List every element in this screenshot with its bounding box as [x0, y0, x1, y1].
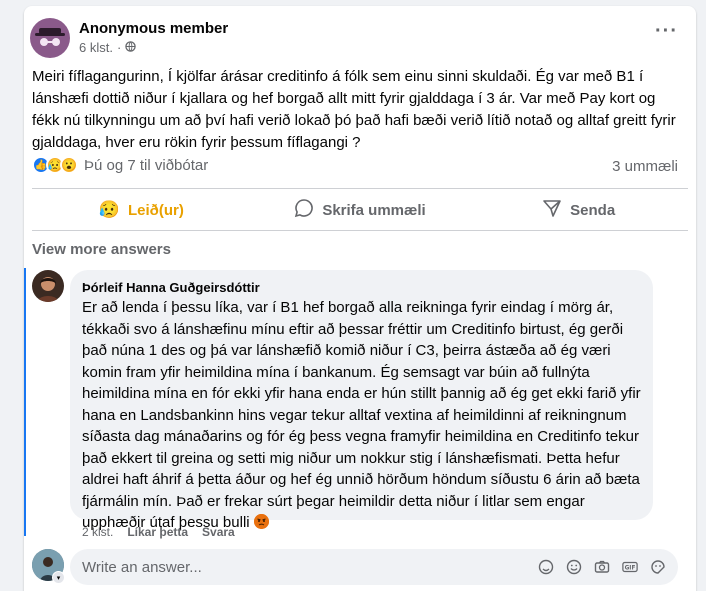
chevron-down-icon[interactable]: ▾ [52, 571, 65, 584]
sticker-icon[interactable] [650, 559, 666, 575]
share-button[interactable]: Senda [469, 192, 688, 228]
answer-input[interactable] [82, 558, 538, 576]
camera-icon[interactable] [594, 559, 610, 575]
comment-bubble: Þórleif Hanna Guðgeirsdóttir Er að lenda… [70, 270, 653, 531]
meta-separator: · [116, 40, 122, 55]
angry-emoji-icon [253, 514, 269, 529]
reactions-text: Þú og 7 til viðbótar [84, 156, 209, 174]
comment-thread-line [24, 268, 26, 536]
view-more-answers[interactable]: View more answers [32, 241, 171, 258]
wow-reaction-icon: 😮 [60, 156, 78, 174]
comment-time[interactable]: 2 klst. [82, 525, 113, 539]
send-icon [542, 198, 562, 222]
post-author[interactable]: Anonymous member [79, 20, 228, 37]
post-meta: 6 klst. · [79, 40, 137, 55]
comment-text: Er að lenda í þessu líka, var í B1 hef b… [82, 299, 641, 531]
comment-label: Skrifa ummæli [322, 201, 426, 219]
gif-icon[interactable]: GIF [622, 559, 638, 575]
comment-text-wrap: Er að lenda í þessu líka, var í B1 hef b… [82, 297, 641, 534]
anonymous-avatar[interactable] [30, 18, 70, 58]
reactions-summary[interactable]: 👍 😥 😮 Þú og 7 til viðbótar [32, 156, 208, 174]
avatar-sticker-icon[interactable] [538, 559, 554, 575]
more-options-icon[interactable]: ··· [655, 20, 678, 43]
emoji-icon[interactable] [566, 559, 582, 575]
anonymous-icon [35, 28, 65, 46]
like-comment-button[interactable]: Líkar þetta [127, 525, 188, 539]
share-label: Senda [570, 201, 616, 219]
post-time[interactable]: 6 klst. [79, 40, 113, 55]
react-button[interactable]: 😥 Leið(ur) [32, 192, 251, 228]
svg-text:GIF: GIF [625, 566, 636, 572]
globe-icon [125, 40, 137, 55]
comment-author[interactable]: Þórleif Hanna Guðgeirsdóttir [82, 280, 641, 295]
sad-face-icon: 😥 [98, 200, 120, 219]
comments-count[interactable]: 3 ummæli [612, 158, 678, 175]
divider [32, 230, 688, 231]
comment-button[interactable]: Skrifa ummæli [251, 192, 470, 228]
answer-input-wrap: GIF [70, 549, 678, 585]
post-actions: 😥 Leið(ur) Skrifa ummæli Senda [32, 192, 688, 228]
comment-bubble-icon [294, 198, 314, 222]
post-card: Anonymous member 6 klst. · ··· Meiri fíf… [24, 6, 696, 591]
commenter-avatar[interactable] [32, 270, 64, 302]
post-text: Meiri fíflagangurinn, Í kjölfar árásar c… [32, 68, 676, 151]
input-icons: GIF [538, 559, 666, 575]
reply-button[interactable]: Svara [202, 525, 235, 539]
divider [32, 188, 688, 189]
comment-meta: 2 klst. Líkar þetta Svara [82, 525, 235, 539]
react-label: Leið(ur) [128, 201, 184, 219]
